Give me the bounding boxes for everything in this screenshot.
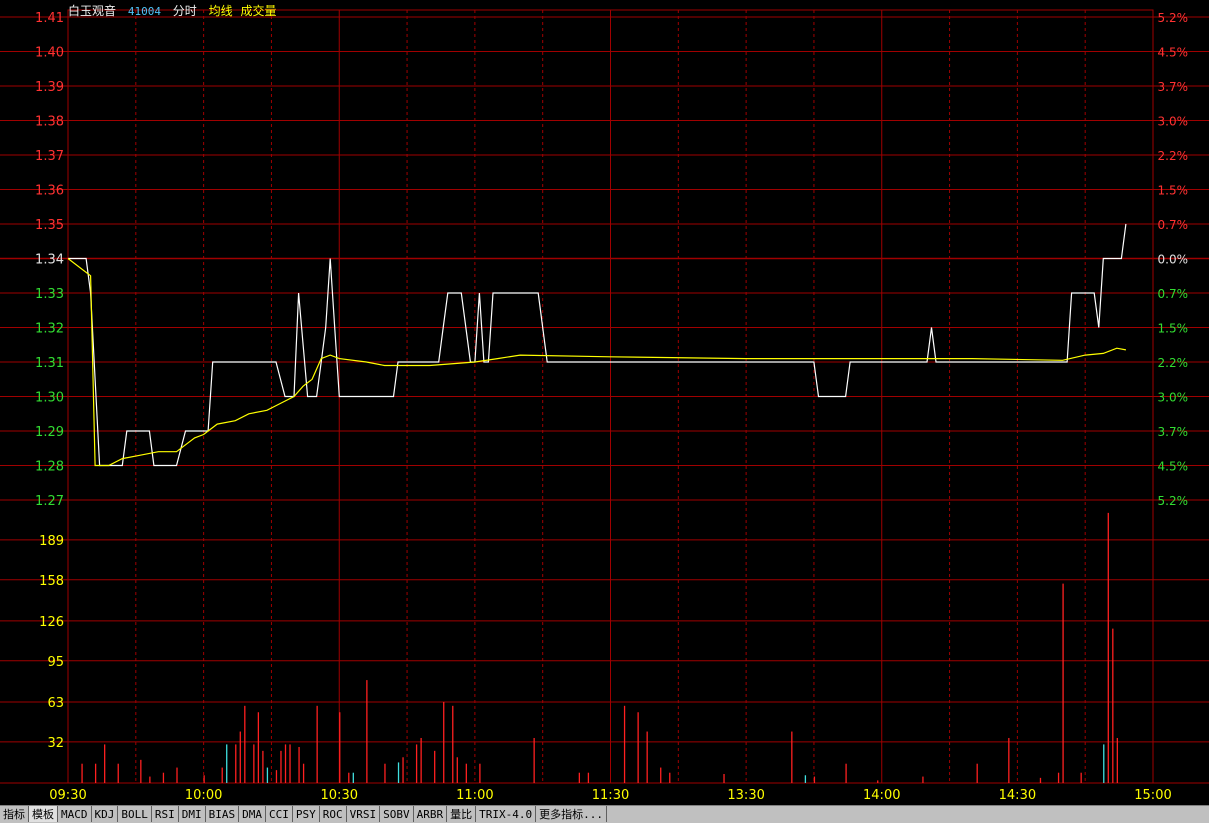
percent-tick-label: 1.5% xyxy=(1158,322,1189,336)
volume-tick-label: 95 xyxy=(47,655,64,670)
price-tick-label: 1.35 xyxy=(35,218,64,233)
indicator-tab[interactable]: BIAS xyxy=(205,806,240,822)
price-tick-label: 1.37 xyxy=(35,149,64,164)
indicator-tab[interactable]: KDJ xyxy=(91,806,119,822)
indicator-tab[interactable]: DMI xyxy=(178,806,206,822)
indicator-tab[interactable]: TRIX-4.0 xyxy=(476,806,537,822)
indicator-tab[interactable]: BOLL xyxy=(118,806,152,822)
indicator-tab[interactable]: RSI xyxy=(151,806,179,822)
percent-tick-label: 3.7% xyxy=(1158,80,1189,94)
time-tick-label: 14:30 xyxy=(999,788,1036,803)
chart-mode: 分时 xyxy=(172,4,197,18)
volume-label: 成交量 xyxy=(240,4,277,18)
price-tick-label: 1.38 xyxy=(35,115,64,130)
volume-tick-label: 32 xyxy=(47,736,64,751)
indicator-tab[interactable]: ROC xyxy=(319,806,347,822)
indicator-tab[interactable]: CCI xyxy=(266,806,293,822)
indicator-tabbar: 指标 模板 MACD KDJ BOLL RSI DMI BIAS DMA CCI PSY ROC VRS… xyxy=(0,805,1209,823)
volume-tick-label: 126 xyxy=(39,615,64,630)
price-tick-label: 1.41 xyxy=(35,11,64,26)
indicator-tab[interactable]: VRSI xyxy=(346,806,381,822)
time-tick-label: 10:30 xyxy=(321,788,358,803)
volume-tick-label: 63 xyxy=(47,696,64,711)
price-tick-label: 1.36 xyxy=(35,184,64,199)
percent-tick-label: 2.2% xyxy=(1158,149,1189,163)
percent-tick-label: 5.2% xyxy=(1158,11,1189,25)
time-tick-label: 15:00 xyxy=(1134,788,1171,803)
price-tick-label: 1.30 xyxy=(35,391,64,406)
percent-tick-label: 3.7% xyxy=(1158,425,1189,439)
percent-axis: 5.2% 4.5% 3.7% 3.0% 2.2% 1.5% 0.7% 0.0% 0.7% 1.5%… xyxy=(1158,11,1189,508)
indicator-tab[interactable]: 量比 xyxy=(447,806,477,822)
percent-tick-label: 0.0% xyxy=(1158,253,1189,267)
price-line xyxy=(68,223,1127,467)
percent-tick-label: 0.7% xyxy=(1158,218,1189,232)
price-tick-label: 1.27 xyxy=(35,494,64,509)
indicator-tab[interactable]: DMA xyxy=(239,806,266,822)
time-tick-label: 11:30 xyxy=(592,788,629,803)
intraday-chart[interactable]: 1.41 1.40 1.39 1.38 1.37 1.36 1.35 1.34 1.33 1.32… xyxy=(0,0,1209,822)
time-tick-label: 09:30 xyxy=(49,788,86,803)
time-tick-label: 14:00 xyxy=(863,788,900,803)
percent-tick-label: 0.7% xyxy=(1158,287,1189,301)
percent-tick-label: 3.0% xyxy=(1158,115,1189,129)
price-lines xyxy=(67,223,1127,467)
time-tick-label: 13:30 xyxy=(727,788,764,803)
volume-tick-label: 189 xyxy=(39,534,64,549)
percent-tick-label: 5.2% xyxy=(1158,494,1189,508)
avg-line-label: 均线 xyxy=(208,4,233,18)
price-tick-label: 1.31 xyxy=(35,356,64,371)
percent-tick-label: 2.2% xyxy=(1158,356,1189,370)
indicator-tab[interactable]: 模板 xyxy=(29,806,58,822)
price-tick-label: 1.40 xyxy=(35,46,64,61)
price-tick-label: 1.39 xyxy=(35,80,64,95)
time-tick-label: 11:00 xyxy=(456,788,493,803)
indicator-tab[interactable]: ARBR xyxy=(413,806,448,822)
volume-bars xyxy=(81,512,1118,783)
price-tick-label: 1.34 xyxy=(35,253,64,268)
indicator-tab[interactable]: 指标 xyxy=(0,806,29,822)
percent-tick-label: 4.5% xyxy=(1158,46,1189,60)
price-tick-label: 1.33 xyxy=(35,287,64,302)
percent-tick-label: 4.5% xyxy=(1158,460,1189,474)
stock-name: 白玉观音 xyxy=(68,4,117,18)
volume-axis: 189 158 126 95 63 32 xyxy=(39,534,64,751)
volume-tick-label: 158 xyxy=(39,574,64,589)
indicator-tab[interactable]: SOBV xyxy=(380,806,414,822)
price-tick-label: 1.32 xyxy=(35,322,64,337)
time-axis: 09:30 10:00 10:30 11:00 11:30 13:30 14:00 14:30… xyxy=(49,788,1171,803)
time-tick-label: 10:00 xyxy=(185,788,222,803)
price-tick-label: 1.29 xyxy=(35,425,64,440)
chart-header: 白玉观音 41004 分时 均线 成交量 xyxy=(68,2,285,18)
stock-code: 41004 xyxy=(127,5,161,18)
price-tick-label: 1.28 xyxy=(35,460,64,475)
indicator-tab[interactable]: 更多指标... xyxy=(536,806,607,822)
indicator-tab[interactable]: MACD xyxy=(58,806,92,822)
chart-grid xyxy=(0,9,1209,784)
percent-tick-label: 3.0% xyxy=(1158,391,1189,405)
price-axis: 1.41 1.40 1.39 1.38 1.37 1.36 1.35 1.34 1.33 1.32… xyxy=(35,11,64,509)
percent-tick-label: 1.5% xyxy=(1158,184,1189,198)
indicator-tab[interactable]: PSY xyxy=(292,806,320,822)
